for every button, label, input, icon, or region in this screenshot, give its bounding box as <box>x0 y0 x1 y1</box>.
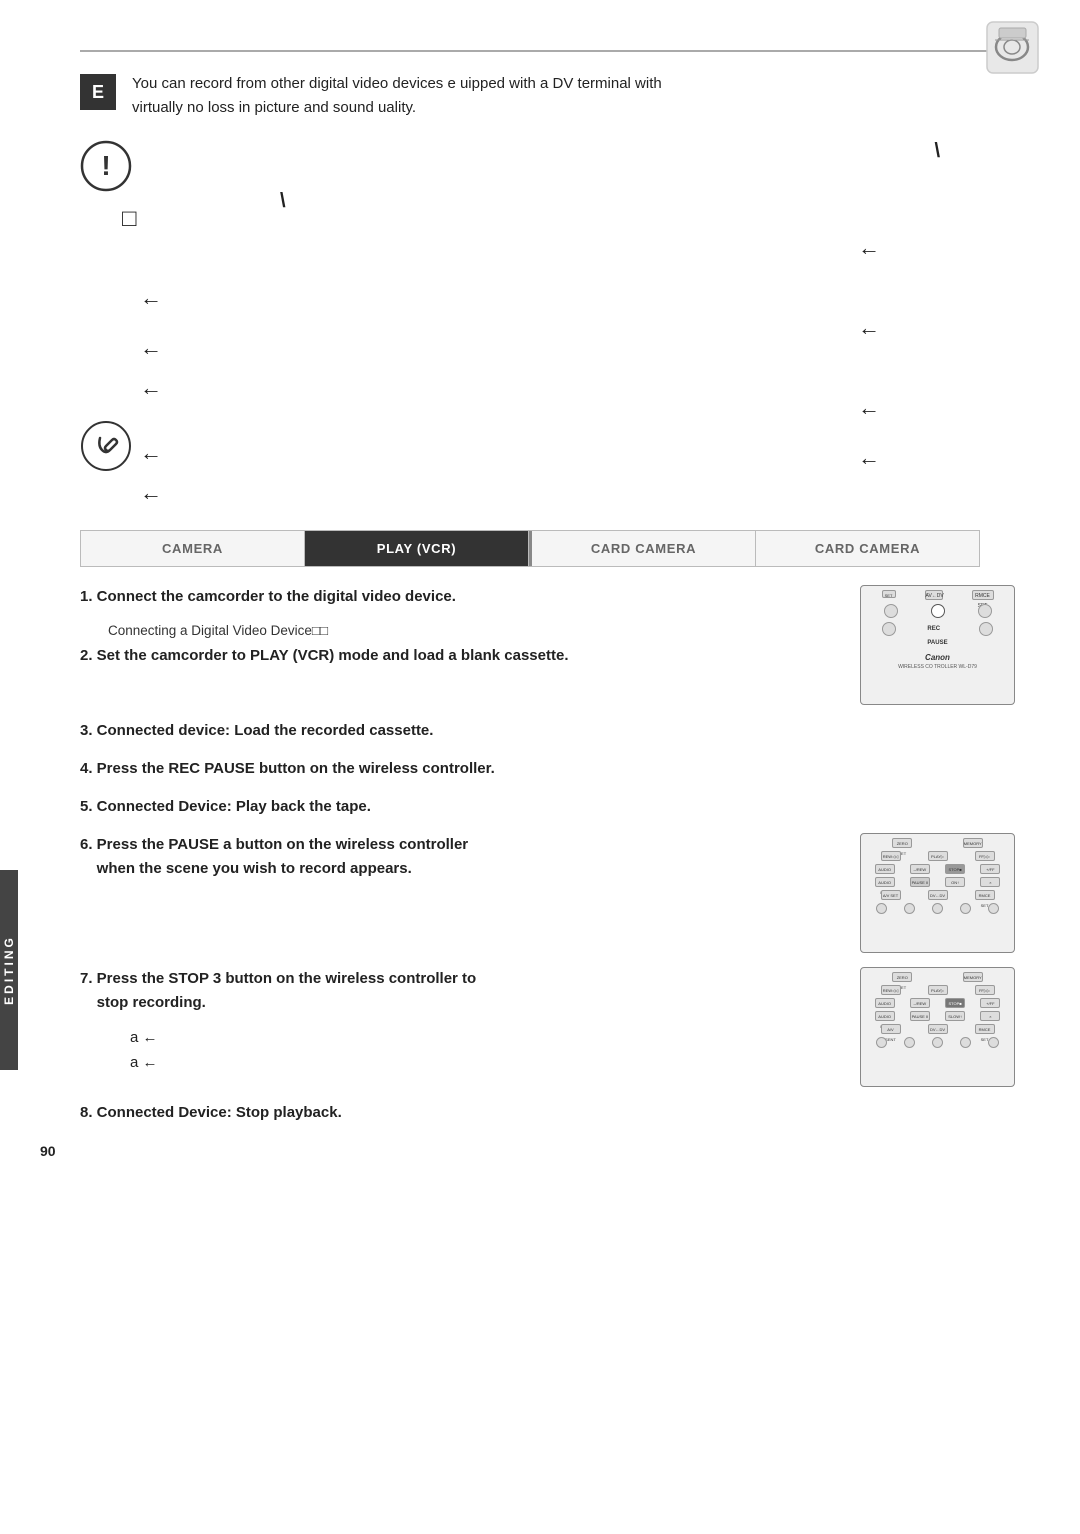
step-7: 7. Press the STOP 3 button on the wirele… <box>80 967 1020 1087</box>
step-4-text: 4. Press the REC PAUSE button on the wir… <box>80 757 1020 781</box>
step-1-text: 1. Connect the camcorder to the digital … <box>80 585 840 609</box>
intro-text: You can record from other digital video … <box>132 72 662 120</box>
warning-icon: ! <box>80 140 132 192</box>
tab-card-camera-2[interactable]: CARD CAMERA <box>756 531 979 566</box>
step-3-text: 3. Connected device: Load the recorded c… <box>80 719 1020 743</box>
step-5-text: 5. Connected Device: Play back the tape. <box>80 795 1020 819</box>
arrow-left-5: ← <box>140 480 162 506</box>
step-8-text: 8. Connected Device: Stop playback. <box>80 1101 1020 1125</box>
step-6: 6. Press the PAUSE a button on the wirel… <box>80 833 1020 953</box>
icons-notes-area: ! \ \ □ ← ← ← ← ← ← ← ← ← <box>80 140 1020 520</box>
step-6-text: 6. Press the PAUSE a button on the wirel… <box>80 833 840 881</box>
remote-device-2: ZERO SET MEMORY REW◁◁ PLAY▷ FF▷▷ AUDIO O… <box>860 833 1015 953</box>
tab-camera[interactable]: CAMERA <box>81 531 305 566</box>
arrow-left-4: ← <box>140 440 162 466</box>
step-7-a1: a ← <box>130 1029 840 1046</box>
step-2-text: 2. Set the camcorder to PLAY (VCR) mode … <box>80 644 840 668</box>
arrow-left-2: ← <box>140 335 162 361</box>
step-7-text: 7. Press the STOP 3 button on the wirele… <box>80 967 840 1015</box>
step-1-subnote: Connecting a Digital Video Device□□ <box>108 623 840 638</box>
arrow-right-3: ← <box>858 395 880 421</box>
tab-play-vcr[interactable]: PLAY (VCR) <box>305 531 529 566</box>
top-divider <box>80 50 1020 52</box>
step-6-image: ZERO SET MEMORY REW◁◁ PLAY▷ FF▷▷ AUDIO O… <box>860 833 1020 953</box>
editing-sidebar: Editing <box>0 870 18 1070</box>
steps-section: 1. Connect the camcorder to the digital … <box>80 585 1020 1125</box>
arrow-left-3: ← <box>140 375 162 401</box>
mode-tabs: CAMERA PLAY (VCR) CARD CAMERA CARD CAMER… <box>80 530 980 567</box>
remote-device-1: SET AV←DV RMCE SET RECPAUSE <box>860 585 1015 705</box>
editing-label: Editing <box>2 935 16 1005</box>
step-1: 1. Connect the camcorder to the digital … <box>80 585 1020 705</box>
tab-card-camera-1[interactable]: CARD CAMERA <box>532 531 756 566</box>
arrow-right-1: ← <box>858 235 880 261</box>
step-7-a2: a ← <box>130 1054 840 1071</box>
remote-device-3: ZERO SET MEMORY REW◁◁ PLAY▷ FF▷▷ AUDIO O… <box>860 967 1015 1087</box>
svg-text:!: ! <box>101 150 110 181</box>
intro-section: E You can record from other digital vide… <box>80 72 1020 120</box>
book-icon: □ <box>122 205 137 233</box>
page-number: 90 <box>40 1143 56 1159</box>
arrow-left-1: ← <box>140 285 162 311</box>
backslash-1: \ <box>934 140 940 163</box>
logo-icon <box>985 20 1040 75</box>
arrow-right-4: ← <box>858 445 880 471</box>
step-7-image: ZERO SET MEMORY REW◁◁ PLAY▷ FF▷▷ AUDIO O… <box>860 967 1020 1087</box>
e-label: E <box>80 74 116 110</box>
step-1-image: SET AV←DV RMCE SET RECPAUSE <box>860 585 1020 705</box>
backslash-2: \ <box>280 190 286 213</box>
arrow-right-2: ← <box>858 315 880 341</box>
canon-logo: Canon <box>867 653 1008 662</box>
clip-icon <box>80 420 132 476</box>
